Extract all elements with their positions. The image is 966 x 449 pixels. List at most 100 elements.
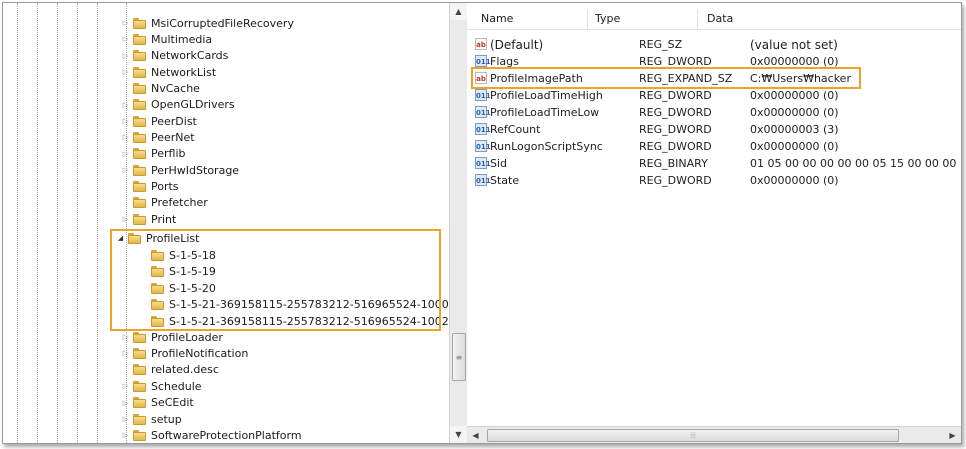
value-type: REG_BINARY <box>639 157 708 170</box>
expand-arrow-icon[interactable]: ▷ <box>121 19 130 28</box>
grip-icon: ⦙⦙⦙ <box>690 430 696 440</box>
value-row[interactable]: 011 State REG_DWORD 0x00000000 (0) <box>467 173 961 189</box>
tree-item-label: Multimedia <box>151 32 213 46</box>
tree-item[interactable]: ▷ Multimedia <box>121 31 212 47</box>
expand-arrow-icon[interactable]: ▷ <box>121 117 130 126</box>
column-header-name[interactable]: Name <box>481 12 513 25</box>
value-name: ProfileLoadTimeLow <box>490 106 600 119</box>
tree-item-label: SoftwareProtectionPlatform <box>151 428 302 442</box>
tree-item-label: ProfileNotification <box>151 346 249 360</box>
tree-item[interactable]: Ports <box>121 179 179 195</box>
tree-item[interactable]: ▷ Schedule <box>121 378 202 394</box>
binary-value-icon: 011 <box>475 157 491 169</box>
folder-icon <box>133 148 146 160</box>
binary-value-icon: 011 <box>475 140 491 152</box>
tree-item[interactable]: ▷ ProfileNotification <box>121 345 249 361</box>
expand-arrow-icon[interactable]: ▷ <box>121 35 130 44</box>
scrollbar-thumb[interactable]: ≡ <box>452 333 466 381</box>
expand-arrow-icon[interactable]: ▷ <box>121 431 130 440</box>
value-row[interactable]: 011 ProfileLoadTimeHigh REG_DWORD 0x0000000… <box>467 88 961 104</box>
tree-guide-line <box>17 3 18 443</box>
column-divider[interactable] <box>697 9 698 29</box>
grip-icon: ≡ <box>455 352 463 362</box>
folder-icon <box>133 131 146 143</box>
tree-item[interactable]: Prefetcher <box>121 195 208 211</box>
registry-key-tree: ▷ MsiCorruptedFileRecovery ▷ Multimedia ▷ Net… <box>3 3 449 443</box>
expand-arrow-icon[interactable]: ▷ <box>121 133 130 142</box>
column-header-data[interactable]: Data <box>707 12 733 25</box>
tree-guide-line <box>57 3 58 443</box>
tree-vertical-scrollbar[interactable]: ▲ ≡ ▼ <box>449 3 467 443</box>
tree-item[interactable]: ▷ NetworkCards <box>121 48 229 64</box>
expand-arrow-icon[interactable]: ▷ <box>121 333 130 342</box>
expand-arrow-icon[interactable]: ▷ <box>121 68 130 77</box>
tree-item[interactable]: ▷ PeerNet <box>121 129 195 145</box>
value-data: 0x00000000 (0) <box>750 106 839 119</box>
registry-editor-window: ▷ MsiCorruptedFileRecovery ▷ Multimedia ▷ Net… <box>2 2 962 444</box>
expand-arrow-icon[interactable]: ▷ <box>121 415 130 424</box>
expand-arrow-icon[interactable]: ▷ <box>121 349 130 358</box>
list-horizontal-scrollbar[interactable]: ◀ ⦙⦙⦙ ▶ <box>467 426 961 443</box>
scroll-up-arrow-icon[interactable]: ▲ <box>450 3 467 20</box>
list-header: Name Type Data <box>467 9 961 30</box>
tree-item[interactable]: NvCache <box>121 80 200 96</box>
value-data: 0x00000003 (3) <box>750 123 839 136</box>
tree-item[interactable]: ▷ Print <box>121 211 177 227</box>
folder-icon <box>133 429 146 441</box>
tree-item-label: related.desc <box>151 363 219 377</box>
scroll-down-arrow-icon[interactable]: ▼ <box>450 426 467 443</box>
folder-icon <box>133 197 146 209</box>
value-row[interactable]: 011 RunLogonScriptSync REG_DWORD 0x00000000… <box>467 139 961 155</box>
tree-item[interactable]: ▷ OpenGLDrivers <box>121 97 235 113</box>
tree-item[interactable]: ▷ PerHwIdStorage <box>121 162 239 178</box>
binary-value-icon: 011 <box>475 55 491 67</box>
folder-icon <box>133 347 146 359</box>
tree-item[interactable]: related.desc <box>121 362 219 378</box>
tree-item[interactable]: ▷ NetworkList <box>121 64 216 80</box>
expand-arrow-icon[interactable]: ▷ <box>121 398 130 407</box>
tree-guide-line <box>37 3 38 443</box>
folder-icon <box>133 33 146 45</box>
tree-item[interactable]: ▷ SoftwareProtectionPlatform <box>121 427 302 443</box>
value-row[interactable]: 011 ProfileLoadTimeLow REG_DWORD 0x00000000… <box>467 105 961 121</box>
binary-value-icon: 011 <box>475 174 491 186</box>
highlight-box-profileimagepath <box>471 67 861 89</box>
binary-value-icon: 011 <box>475 123 491 135</box>
expand-arrow-icon[interactable]: ▷ <box>121 382 130 391</box>
tree-guide-line <box>97 3 98 443</box>
scroll-right-arrow-icon[interactable]: ▶ <box>944 427 961 443</box>
column-header-type[interactable]: Type <box>595 12 620 25</box>
expand-arrow-icon[interactable]: ▷ <box>121 149 130 158</box>
tree-item[interactable]: ▷ Perflib <box>121 146 186 162</box>
tree-guide-line <box>77 3 78 443</box>
column-divider[interactable] <box>587 9 588 29</box>
scrollbar-thumb[interactable]: ⦙⦙⦙ <box>487 429 899 442</box>
binary-value-icon: 011 <box>475 106 491 118</box>
value-data: 0x00000000 (0) <box>750 89 839 102</box>
tree-item-label: Print <box>151 212 177 226</box>
tree-item[interactable]: ▷ setup <box>121 411 182 427</box>
tree-item-label: PeerNet <box>151 130 195 144</box>
expand-arrow-icon[interactable]: ▷ <box>121 166 130 175</box>
value-name: Sid <box>490 157 508 170</box>
tree-item[interactable]: ▷ ProfileLoader <box>121 329 223 345</box>
value-type: REG_SZ <box>639 38 683 51</box>
registry-values-list: Name Type Data ab (Default) REG_SZ (value n… <box>467 3 961 443</box>
value-name: RefCount <box>490 123 541 136</box>
value-row[interactable]: 011 Sid REG_BINARY 01 05 00 00 00 00 00 05 … <box>467 156 961 172</box>
scroll-left-arrow-icon[interactable]: ◀ <box>467 427 484 443</box>
value-row[interactable]: 011 RefCount REG_DWORD 0x00000003 (3) <box>467 122 961 138</box>
value-row[interactable]: ab (Default) REG_SZ (value not set) <box>467 37 961 53</box>
tree-item-label: ProfileLoader <box>151 330 223 344</box>
tree-item[interactable]: ▷ MsiCorruptedFileRecovery <box>121 15 294 31</box>
tree-item-label: Perflib <box>151 147 186 161</box>
value-type: REG_DWORD <box>639 123 712 136</box>
expand-arrow-icon[interactable]: ▷ <box>121 51 130 60</box>
expand-arrow-icon[interactable]: ▷ <box>121 100 130 109</box>
tree-item[interactable]: ▷ SeCEdit <box>121 395 194 411</box>
expand-arrow-icon[interactable]: ▷ <box>121 215 130 224</box>
tree-item-label: PeerDist <box>151 114 197 128</box>
tree-item[interactable]: ▷ PeerDist <box>121 113 197 129</box>
